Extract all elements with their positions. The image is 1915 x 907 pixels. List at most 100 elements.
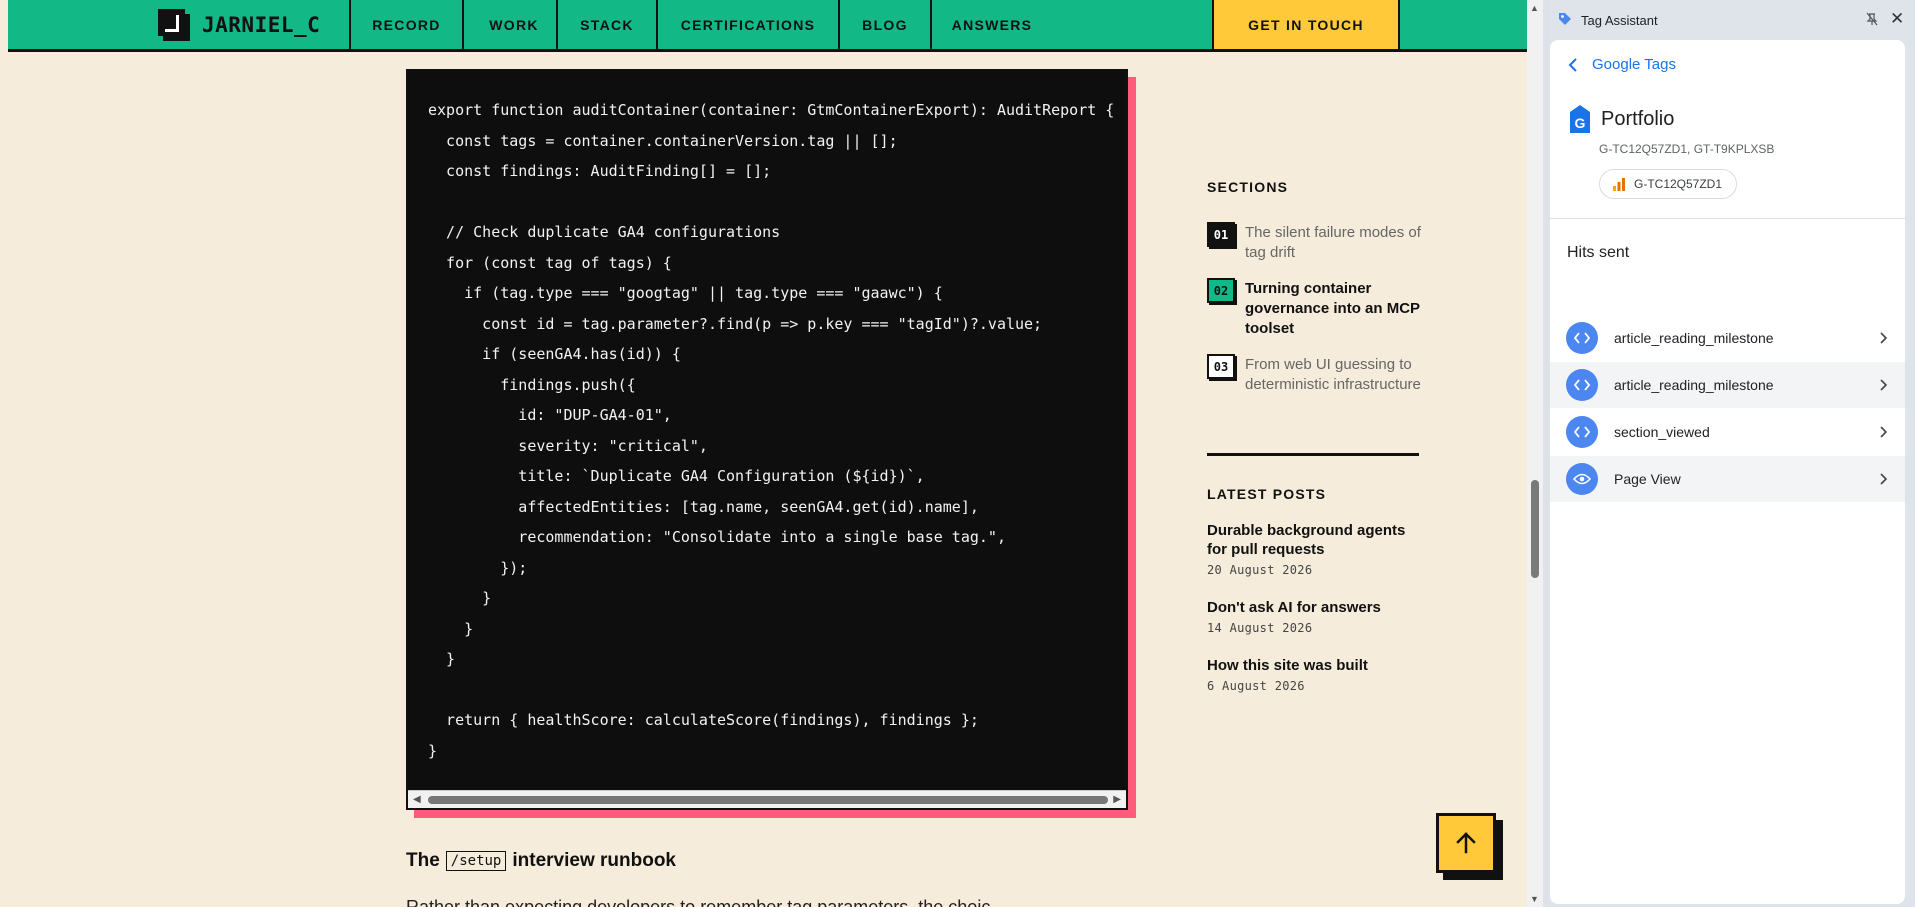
scroll-up-icon[interactable]: ▲ — [1530, 3, 1539, 13]
section-heading: The /setup interview runbook — [406, 850, 676, 872]
heading-prefix: The — [406, 850, 440, 871]
code-line: } — [428, 619, 474, 638]
toc-item-3[interactable]: 03 From web UI guessing to deterministic… — [1207, 354, 1427, 395]
latest-post[interactable]: How this site was built 6 August 2026 — [1207, 656, 1427, 693]
chevron-left-icon — [1568, 57, 1577, 72]
post-title[interactable]: How this site was built — [1207, 656, 1427, 675]
code-line: severity: "critical", — [428, 436, 708, 455]
container-name: Portfolio — [1601, 107, 1675, 130]
post-title[interactable]: Durable background agents for pull reque… — [1207, 521, 1427, 559]
hit-label: article_reading_milestone — [1614, 330, 1774, 346]
chevron-right-icon — [1880, 473, 1888, 485]
toc-item-2[interactable]: 02 Turning container governance into an … — [1207, 278, 1427, 339]
toc-item-1[interactable]: 01 The silent failure modes of tag drift — [1207, 222, 1427, 263]
code-line: id: "DUP-GA4-01", — [428, 406, 672, 424]
hit-label: Page View — [1614, 471, 1681, 487]
latest-posts-title: LATEST POSTS — [1207, 486, 1327, 502]
nav-item-work[interactable]: WORK — [462, 0, 564, 49]
logo-icon — [158, 8, 190, 41]
chevron-right-icon — [1880, 426, 1888, 438]
toc-label: The silent failure modes of tag drift — [1245, 224, 1421, 261]
hit-row[interactable]: Page View — [1550, 456, 1905, 502]
tag-assistant-icon — [1559, 13, 1571, 25]
code-line: affectedEntities: [tag.name, seenGA4.get… — [428, 497, 979, 516]
nav-item-answers[interactable]: ANSWERS — [930, 0, 1052, 49]
code-line: } — [428, 589, 492, 607]
get-in-touch-button[interactable]: GET IN TOUCH — [1212, 0, 1400, 49]
hit-row[interactable]: article_reading_milestone — [1550, 315, 1905, 361]
hit-row[interactable]: section_viewed — [1550, 409, 1905, 455]
pin-icon[interactable] — [1865, 12, 1879, 26]
code-line: recommendation: "Consolidate into a sing… — [428, 528, 1006, 546]
container-ids: G-TC12Q57ZD1, GT-T9KPLXSB — [1599, 142, 1775, 156]
chip-label: G-TC12Q57ZD1 — [1634, 177, 1723, 191]
code-lines: export function auditContainer(container… — [428, 95, 1114, 766]
heading-inline-code: /setup — [445, 851, 507, 871]
logo-text: JARNIEL_C — [202, 12, 321, 37]
toc-number: 03 — [1207, 354, 1235, 379]
svg-text:G: G — [1575, 115, 1586, 131]
code-line: if (seenGA4.has(id)) { — [428, 345, 681, 363]
page-scrollbar-thumb[interactable] — [1531, 480, 1539, 578]
code-line: } — [428, 741, 438, 760]
scroll-right-icon[interactable]: ▶ — [1113, 794, 1121, 805]
panel-gutter — [1543, 0, 1550, 907]
sections-title: SECTIONS — [1207, 179, 1289, 195]
toc-label: Turning container governance into an MCP… — [1245, 280, 1420, 337]
article-paragraph: Rather than expecting developers to reme… — [406, 897, 991, 907]
hit-row[interactable]: article_reading_milestone — [1550, 362, 1905, 408]
container-header: G Portfolio — [1569, 104, 1674, 134]
scrollbar-thumb[interactable] — [428, 796, 1108, 804]
tag-id-chip[interactable]: G-TC12Q57ZD1 — [1599, 169, 1738, 199]
chevron-right-icon — [1880, 332, 1888, 344]
code-icon — [1566, 369, 1598, 401]
code-line: const tags = container.containerVersion.… — [428, 131, 898, 150]
top-navigation: JARNIEL_C RECORD WORK STACK CERTIFICATIO… — [8, 0, 1527, 52]
code-line: const findings: AuditFinding[] = []; — [428, 162, 772, 180]
close-icon[interactable]: ✕ — [1890, 9, 1904, 29]
code-line: if (tag.type === "googtag" || tag.type =… — [428, 284, 943, 302]
analytics-icon — [1613, 178, 1625, 191]
hit-label: section_viewed — [1614, 424, 1710, 440]
sidebar-divider — [1207, 453, 1419, 456]
post-title[interactable]: Don't ask AI for answers — [1207, 598, 1427, 617]
eye-icon — [1566, 463, 1598, 495]
nav-item-certifications[interactable]: CERTIFICATIONS — [656, 0, 838, 49]
divider — [1550, 218, 1905, 219]
code-line: for (const tag of tags) { — [428, 253, 672, 272]
scroll-left-icon[interactable]: ◀ — [413, 794, 421, 805]
code-icon — [1566, 416, 1598, 448]
latest-post[interactable]: Don't ask AI for answers 14 August 2026 — [1207, 598, 1427, 635]
tag-assistant-card: Google Tags G Portfolio G-TC12Q57ZD1, GT… — [1550, 40, 1905, 904]
panel-header: Tag Assistant ✕ — [1550, 0, 1915, 40]
nav-item-stack[interactable]: STACK — [556, 0, 656, 49]
panel-title: Tag Assistant — [1581, 13, 1658, 28]
back-label: Google Tags — [1592, 56, 1676, 73]
toc-number: 01 — [1207, 222, 1235, 247]
site-logo[interactable]: JARNIEL_C — [158, 0, 320, 49]
code-horizontal-scrollbar[interactable]: ◀ ▶ — [408, 790, 1126, 808]
code-line: findings.push({ — [428, 375, 636, 394]
back-to-top-button[interactable] — [1436, 813, 1496, 873]
code-line: export function auditContainer(container… — [428, 101, 1115, 119]
post-date: 6 August 2026 — [1207, 679, 1305, 693]
back-to-google-tags[interactable]: Google Tags — [1568, 56, 1676, 73]
arrow-up-icon — [1456, 832, 1476, 854]
hits-sent-title: Hits sent — [1567, 244, 1630, 261]
code-container[interactable]: export function auditContainer(container… — [406, 69, 1128, 810]
code-line: return { healthScore: calculateScore(fin… — [428, 711, 979, 729]
nav-item-blog[interactable]: BLOG — [838, 0, 930, 49]
toc-number: 02 — [1207, 278, 1235, 303]
code-line: title: `Duplicate GA4 Configuration (${i… — [428, 467, 925, 485]
chevron-right-icon — [1880, 379, 1888, 391]
post-date: 20 August 2026 — [1207, 563, 1313, 577]
latest-post[interactable]: Durable background agents for pull reque… — [1207, 521, 1427, 577]
page-scrollbar[interactable]: ▲ ▼ — [1527, 0, 1543, 907]
scroll-down-icon[interactable]: ▼ — [1530, 894, 1539, 904]
nav-item-record[interactable]: RECORD — [349, 0, 462, 49]
code-line: } — [428, 650, 456, 668]
hit-label: article_reading_milestone — [1614, 377, 1774, 393]
code-line: }); — [428, 558, 528, 577]
post-date: 14 August 2026 — [1207, 621, 1313, 635]
